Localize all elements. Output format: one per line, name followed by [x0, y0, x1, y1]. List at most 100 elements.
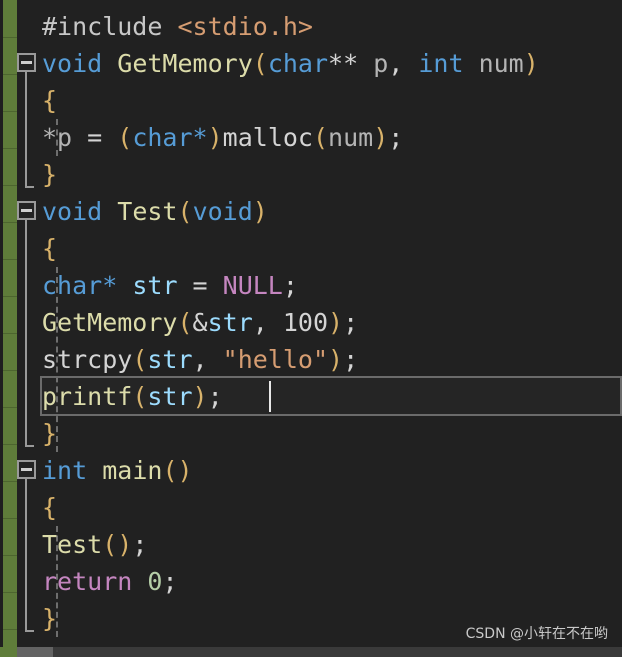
code-line[interactable]: }: [17, 415, 622, 452]
change-bar-segment: [3, 370, 17, 371]
token-brace: }: [42, 419, 58, 448]
token-include-path: <stdio.h>: [177, 12, 313, 41]
token-paren: (: [177, 308, 193, 337]
horizontal-scrollbar-thumb[interactable]: [17, 647, 53, 657]
token-keyword: int: [42, 456, 88, 485]
token-brace: {: [42, 493, 58, 522]
code-line[interactable]: strcpy(str, "hello");: [17, 341, 622, 378]
token-paren: (): [162, 456, 193, 485]
token-punct: ;: [207, 382, 223, 411]
csdn-watermark: CSDN @小轩在不在哟: [465, 626, 608, 642]
code-line[interactable]: {: [17, 82, 622, 119]
token-operator: &: [192, 308, 208, 337]
token-preprocessor: #include: [42, 12, 163, 41]
token-keyword: void: [42, 197, 103, 226]
change-bar-segment: [3, 444, 17, 445]
code-line[interactable]: {: [17, 230, 622, 267]
token-paren: ): [192, 382, 208, 411]
code-line[interactable]: return 0;: [17, 563, 622, 600]
token-operator: *: [102, 271, 118, 300]
token-operator: =: [177, 271, 223, 300]
token-brace: {: [42, 86, 58, 115]
code-line-text: }: [42, 600, 57, 637]
token-paren: ): [117, 530, 133, 559]
token-keyword: void: [42, 49, 103, 78]
token-keyword: int: [418, 49, 464, 78]
token-variable: str: [132, 271, 178, 300]
token-keyword: void: [192, 197, 253, 226]
token-punct: ;: [282, 271, 298, 300]
token-paren: (: [102, 530, 118, 559]
code-line[interactable]: {: [17, 489, 622, 526]
token-identifier: p: [373, 49, 389, 78]
code-line[interactable]: char* str = NULL;: [17, 267, 622, 304]
code-text-area[interactable]: #include <stdio.h> void GetMemory(char** …: [17, 0, 622, 657]
text-caret: [269, 381, 271, 412]
token-punct: ;: [162, 567, 178, 596]
token-punct: ,: [252, 308, 283, 337]
code-line[interactable]: }: [17, 156, 622, 193]
change-bar-segment: [3, 259, 17, 260]
change-bar-segment: [3, 296, 17, 297]
token-paren: (: [312, 123, 329, 152]
change-bar-segment: [3, 222, 17, 223]
code-line-text: *p = (char*)malloc(num);: [42, 119, 403, 156]
token-operator: **: [328, 49, 374, 78]
code-editor-view: #include <stdio.h> void GetMemory(char** …: [0, 0, 622, 657]
token-operator: =: [87, 123, 118, 152]
token-paren: ): [523, 49, 539, 78]
token-number: 0: [147, 567, 163, 596]
token-paren: (: [117, 123, 133, 152]
token-paren: (: [252, 49, 268, 78]
token-paren: ): [207, 123, 223, 152]
code-line[interactable]: void Test(void): [17, 193, 622, 230]
code-line-text: #include <stdio.h>: [42, 8, 313, 45]
change-bar-segment: [3, 37, 17, 38]
code-line-text: }: [42, 415, 57, 452]
token-paren: (: [132, 382, 148, 411]
token-identifier: num: [478, 49, 524, 78]
code-line[interactable]: printf(str);: [17, 378, 622, 415]
change-bar-segment: [3, 111, 17, 112]
code-line-text: void GetMemory(char** p, int num): [42, 45, 539, 82]
code-line-text: void Test(void): [42, 193, 268, 230]
change-bar-segment: [3, 333, 17, 334]
token-keyword: char: [132, 123, 193, 152]
token-punct: ,: [388, 49, 419, 78]
change-bar-segment: [3, 407, 17, 408]
token-brace: }: [42, 160, 58, 189]
code-line-text: }: [42, 156, 57, 193]
change-bar-segment: [3, 74, 17, 75]
code-line[interactable]: void GetMemory(char** p, int num): [17, 45, 622, 82]
code-line-text: {: [42, 82, 57, 119]
code-line[interactable]: *p = (char*)malloc(num);: [17, 119, 622, 156]
token-plain-function: malloc: [222, 123, 313, 152]
token-punct: ;: [343, 308, 359, 337]
code-line-text: strcpy(str, "hello");: [42, 341, 358, 378]
token-punct: ,: [192, 345, 223, 374]
change-bar-segment: [3, 185, 17, 186]
change-bar-segment: [3, 148, 17, 149]
code-line[interactable]: #include <stdio.h>: [17, 8, 622, 45]
code-line-text: int main(): [42, 452, 193, 489]
token-brace: {: [42, 234, 58, 263]
code-line[interactable]: GetMemory(&str, 100);: [17, 304, 622, 341]
token-punct: ;: [132, 530, 148, 559]
code-line-text: {: [42, 489, 57, 526]
token-identifier: num: [328, 123, 374, 152]
token-keyword: char: [267, 49, 329, 78]
change-bar-segment: [3, 481, 17, 482]
token-function: main: [102, 456, 163, 485]
code-line[interactable]: Test();: [17, 526, 622, 563]
scrollbar-corner: [0, 647, 17, 657]
horizontal-scrollbar[interactable]: [0, 647, 622, 657]
change-bar-segment: [3, 518, 17, 519]
token-paren: ): [252, 197, 268, 226]
token-keyword: char: [42, 271, 103, 300]
token-variable: str: [147, 345, 193, 374]
token-function: GetMemory: [42, 308, 178, 337]
code-line[interactable]: int main(): [17, 452, 622, 489]
